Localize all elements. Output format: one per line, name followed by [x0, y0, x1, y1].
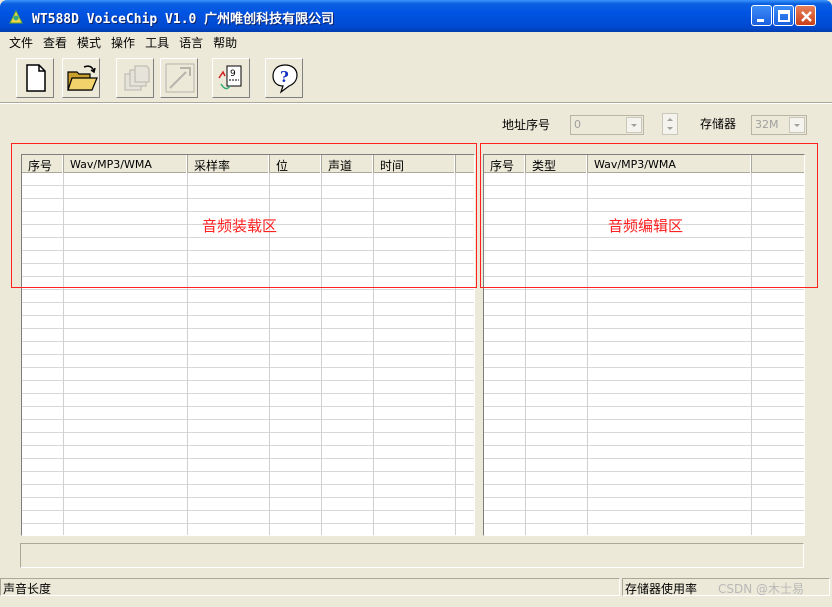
- help-button[interactable]: ?: [265, 58, 303, 98]
- maximize-button[interactable]: [773, 5, 794, 26]
- open-file-button[interactable]: [62, 58, 100, 98]
- window-title: WT588D VoiceChip V1.0 广州唯创科技有限公司: [32, 12, 335, 27]
- build-hammer-icon: [165, 63, 195, 93]
- address-spinner[interactable]: [662, 113, 678, 135]
- dropdown-arrow-icon[interactable]: [789, 117, 805, 133]
- address-label: 地址序号: [502, 118, 551, 132]
- storage-combo[interactable]: 32M: [751, 115, 807, 135]
- info-panel: [20, 543, 804, 568]
- dropdown-arrow-icon[interactable]: [626, 117, 642, 133]
- toolbar-separator: [0, 102, 832, 104]
- app-icon: [9, 9, 23, 24]
- new-file-icon: [26, 64, 46, 92]
- menu-language[interactable]: 语言: [174, 32, 208, 52]
- watermark: CSDN @木士易: [718, 582, 805, 596]
- storage-value: 32M: [755, 118, 779, 131]
- open-folder-icon: [67, 65, 98, 91]
- minimize-button[interactable]: [751, 5, 772, 26]
- svg-text:9: 9: [230, 69, 236, 79]
- menu-tools[interactable]: 工具: [140, 32, 174, 52]
- memory-usage-label: 存储器使用率: [625, 582, 698, 596]
- menu-bar: 文件 查看 模式 操作 工具 语言 帮助: [4, 32, 242, 52]
- edit-region-label: 音频编辑区: [608, 217, 684, 235]
- copy-pages-icon: [124, 65, 150, 91]
- menu-help[interactable]: 帮助: [208, 32, 242, 52]
- build-button[interactable]: [160, 58, 198, 98]
- address-combo[interactable]: 0: [570, 115, 644, 135]
- help-icon: ?: [272, 64, 298, 94]
- menu-file[interactable]: 文件: [4, 32, 38, 52]
- new-file-button[interactable]: [16, 58, 54, 98]
- copy-button[interactable]: [116, 58, 154, 98]
- edit-wave-button[interactable]: 9: [212, 58, 250, 98]
- storage-label: 存储器: [700, 117, 737, 131]
- status-sound-length: 声音长度: [0, 578, 620, 596]
- status-bar: 声音长度 存储器使用率: [0, 578, 832, 607]
- load-region-label: 音频装载区: [202, 217, 278, 235]
- close-button[interactable]: [795, 5, 816, 26]
- menu-operate[interactable]: 操作: [106, 32, 140, 52]
- chart-edit-icon: 9: [218, 65, 242, 90]
- title-bar[interactable]: WT588D VoiceChip V1.0 广州唯创科技有限公司: [0, 0, 832, 32]
- sound-length-label: 声音长度: [3, 582, 52, 596]
- menu-mode[interactable]: 模式: [72, 32, 106, 52]
- menu-view[interactable]: 查看: [38, 32, 72, 52]
- address-value: 0: [574, 118, 581, 131]
- svg-text:?: ?: [280, 68, 289, 86]
